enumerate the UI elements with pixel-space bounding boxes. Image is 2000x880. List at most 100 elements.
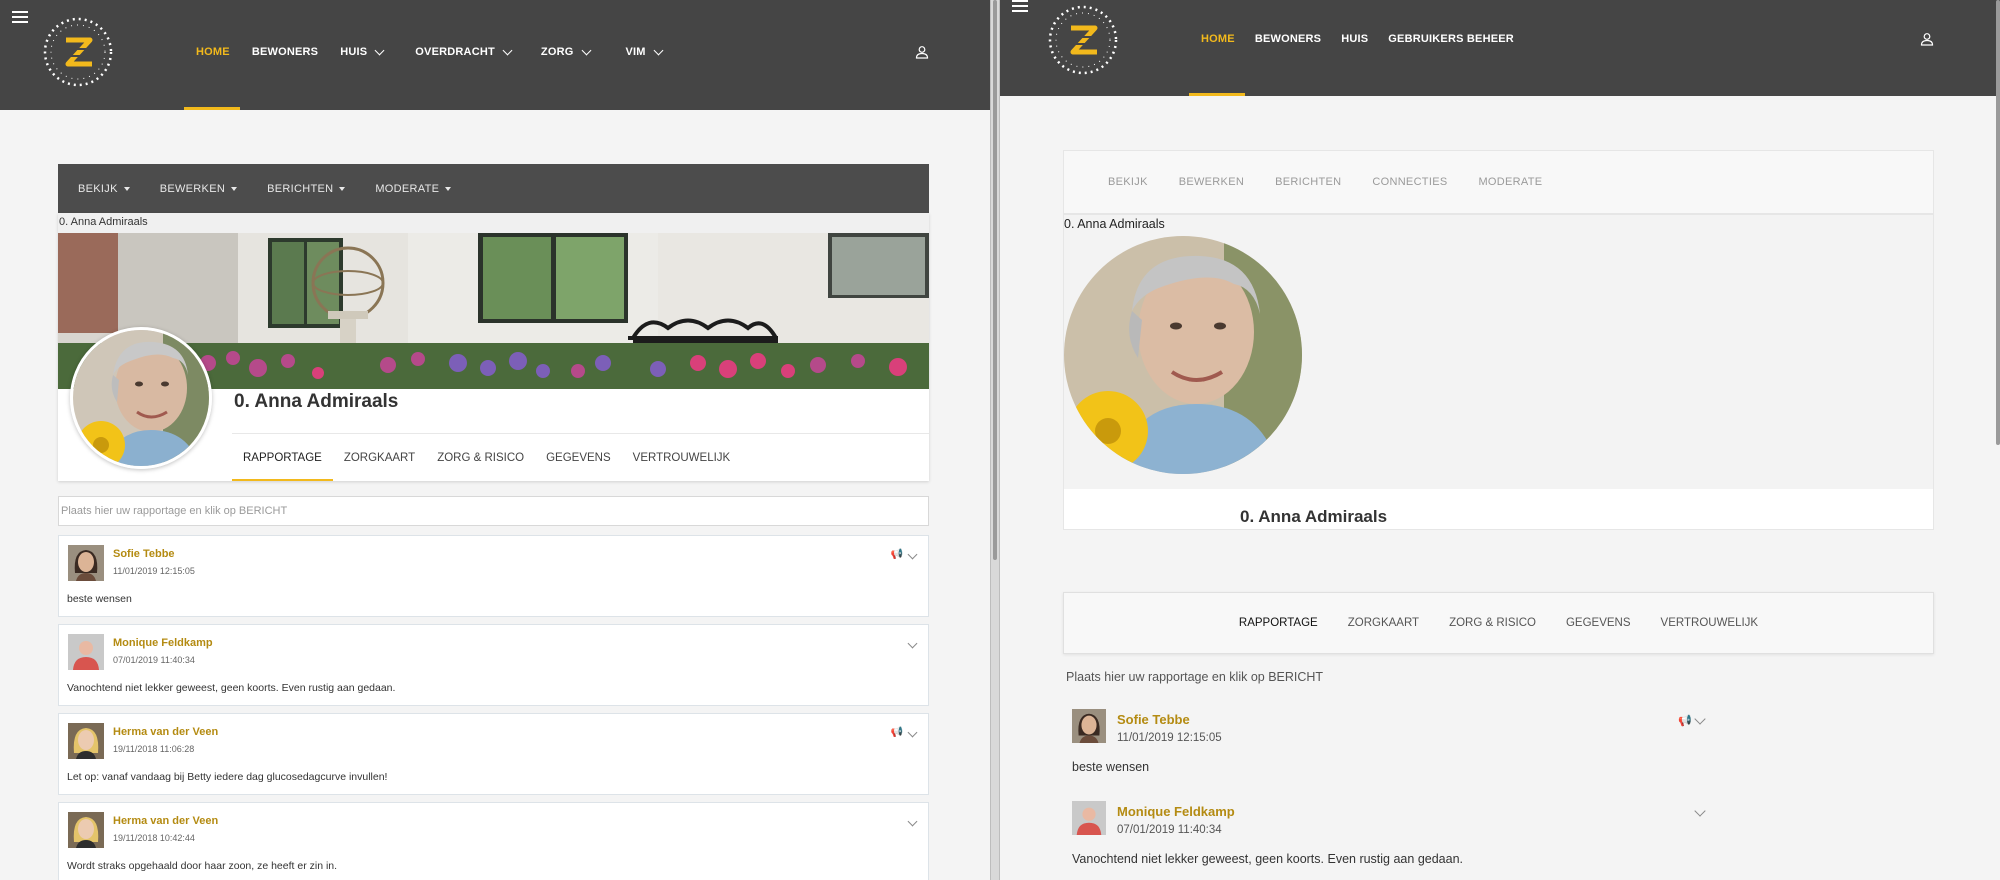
nav-item-label: ZORG [540, 46, 574, 58]
post-author[interactable]: Herma van der Veen [113, 815, 218, 827]
breadcrumb: 0. Anna Admiraals [58, 213, 929, 233]
admin-tab-bewerken[interactable]: BEWERKEN [1179, 176, 1244, 188]
left-browser-pane: HOME BEWONERS HUIS OVERDRACHT ZORG VIM BEKIJK… [0, 0, 990, 880]
chevron-down-icon[interactable] [1694, 713, 1706, 725]
nav-item-gebruikers-beheer[interactable]: GEBRUIKERS BEHEER [1388, 33, 1514, 45]
tab-vertrouwelijk[interactable]: VERTROUWELIJK [622, 434, 742, 481]
logo-icon[interactable] [42, 16, 114, 88]
avatar[interactable] [68, 723, 104, 759]
post-author[interactable]: Monique Feldkamp [1117, 804, 1235, 819]
post-date: 19/11/2018 10:42:44 [113, 833, 195, 843]
admin-tab-connecties[interactable]: CONNECTIES [1372, 176, 1447, 188]
chevron-down-icon[interactable] [1694, 805, 1706, 817]
active-nav-underline [1189, 93, 1245, 96]
post-date: 07/01/2019 11:40:34 [1117, 824, 1222, 836]
nav-item-home[interactable]: HOME [1201, 33, 1235, 45]
admin-tab-moderate[interactable]: MODERATE [1478, 176, 1542, 188]
nav-item-label: BEWONERS [251, 46, 319, 58]
tab-vertrouwelijk[interactable]: VERTROUWELIJK [1661, 617, 1759, 629]
nav-item-label: HUIS [340, 46, 368, 58]
megaphone-icon[interactable]: 📢 [1678, 714, 1692, 727]
avatar[interactable] [68, 545, 104, 581]
tab-gegevens[interactable]: GEGEVENS [1566, 617, 1631, 629]
caret-down-icon [339, 186, 346, 191]
user-icon[interactable] [1920, 32, 1934, 46]
post-card: Monique Feldkamp 07/01/2019 11:40:34 Vanoc… [58, 624, 929, 706]
admin-menu-bekijk[interactable]: BEKIJK [78, 183, 130, 195]
chevron-down-icon[interactable] [907, 727, 918, 738]
tab-zorgkaart[interactable]: ZORGKAART [1348, 617, 1419, 629]
tab-rapportage[interactable]: RAPPORTAGE [232, 434, 333, 481]
post-card: Herma van der Veen 19/11/2018 11:06:28 Let… [58, 713, 929, 795]
post-input[interactable]: Plaats hier uw rapportage en klik op BER… [1066, 670, 1323, 684]
breadcrumb: 0. Anna Admiraals [1064, 217, 1165, 231]
nav-item-huis[interactable]: HUIS [1341, 33, 1368, 45]
megaphone-icon[interactable]: 📢 [891, 727, 903, 738]
logo-icon[interactable] [1047, 4, 1119, 76]
admin-menu-label: BEWERKEN [159, 182, 226, 195]
left-scrollbar[interactable] [993, 0, 997, 560]
tab-zorg-and-risico[interactable]: ZORG & RISICO [426, 434, 535, 481]
avatar[interactable] [1072, 801, 1106, 835]
nav-item-label: OVERDRACHT [415, 46, 495, 58]
chevron-down-icon[interactable] [907, 638, 918, 649]
post-card: Herma van der Veen 19/11/2018 10:42:44 Wor… [58, 802, 929, 880]
post-text: Wordt straks opgehaald door haar zoon, z… [67, 860, 338, 872]
post-date: 11/01/2019 12:15:05 [113, 566, 195, 576]
profile-name: 0. Anna Admiraals [234, 391, 399, 412]
admin-menu-moderate[interactable]: MODERATE [375, 182, 452, 195]
admin-menu-label: MODERATE [375, 182, 440, 195]
profile-tabs: RAPPORTAGE ZORGKAART ZORG & RISICO GEGEVENS… [232, 433, 929, 481]
post-date: 07/01/2019 11:40:34 [113, 655, 195, 665]
caret-down-icon [231, 186, 238, 191]
right-scrollbar[interactable] [1996, 0, 2000, 445]
chevron-down-icon [374, 45, 385, 55]
admin-menu-bewerken[interactable]: BEWERKEN [159, 182, 238, 195]
post-text: Let op: vanaf vandaag bij Betty iedere d… [67, 771, 388, 783]
post-author[interactable]: Sofie Tebbe [1117, 712, 1190, 727]
nav-item-label: VIM [625, 46, 646, 58]
resident-avatar [70, 327, 212, 469]
admin-tab-berichten[interactable]: BERICHTEN [1275, 176, 1341, 188]
post-card: Sofie Tebbe 11/01/2019 12:15:05 beste wens… [1072, 709, 1712, 789]
nav-item-bewoners[interactable]: BEWONERS [252, 46, 318, 58]
admin-menu-label: BERICHTEN [267, 182, 334, 195]
avatar[interactable] [68, 812, 104, 848]
tab-gegevens[interactable]: GEGEVENS [535, 434, 622, 481]
nav-item-overdracht[interactable]: OVERDRACHT [415, 45, 513, 58]
megaphone-icon[interactable]: 📢 [891, 549, 903, 560]
post-date: 19/11/2018 11:06:28 [113, 744, 195, 754]
main-nav: HOME BEWONERS HUIS OVERDRACHT ZORG VIM [196, 45, 664, 58]
post-input[interactable]: Plaats hier uw rapportage en klik op BER… [58, 496, 929, 526]
admin-menu-berichten[interactable]: BERICHTEN [267, 182, 346, 195]
chevron-down-icon [653, 45, 664, 55]
nav-item-zorg[interactable]: ZORG [540, 45, 591, 58]
post-card: Monique Feldkamp 07/01/2019 11:40:34 Vanoc… [1072, 801, 1712, 880]
tab-zorg-and-risico[interactable]: ZORG & RISICO [1449, 617, 1536, 629]
post-author[interactable]: Sofie Tebbe [113, 548, 175, 560]
admin-menu-label: BEKIJK [78, 182, 118, 195]
nav-item-vim[interactable]: VIM [625, 45, 664, 58]
hamburger-icon[interactable] [12, 11, 28, 24]
nav-item-huis[interactable]: HUIS [340, 45, 385, 58]
post-text: Vanochtend niet lekker geweest, geen koo… [1072, 852, 1463, 866]
chevron-down-icon[interactable] [907, 549, 918, 560]
tab-rapportage[interactable]: RAPPORTAGE [1239, 617, 1318, 629]
avatar[interactable] [1072, 709, 1106, 743]
hamburger-icon[interactable] [1012, 0, 1028, 13]
post-author[interactable]: Herma van der Veen [113, 726, 218, 738]
admin-tab-bekijk[interactable]: BEKIJK [1108, 176, 1148, 188]
post-author[interactable]: Monique Feldkamp [113, 637, 213, 649]
post-text: Vanochtend niet lekker geweest, geen koo… [67, 682, 396, 694]
resident-avatar [1064, 236, 1302, 474]
nav-item-home[interactable]: HOME [196, 46, 230, 58]
right-browser-pane: HOME BEWONERS HUIS GEBRUIKERS BEHEER BEKIJK… [1000, 0, 2000, 880]
nav-item-bewoners[interactable]: BEWONERS [1255, 33, 1321, 45]
main-nav: HOME BEWONERS HUIS GEBRUIKERS BEHEER [1201, 33, 1534, 45]
avatar[interactable] [68, 634, 104, 670]
user-icon[interactable] [915, 45, 929, 59]
post-text: beste wensen [1072, 760, 1150, 774]
chevron-down-icon[interactable] [907, 816, 918, 827]
tab-zorgkaart[interactable]: ZORGKAART [333, 434, 426, 481]
profile-tabs: RAPPORTAGE ZORGKAART ZORG & RISICO GEGEVENS… [1063, 592, 1934, 654]
